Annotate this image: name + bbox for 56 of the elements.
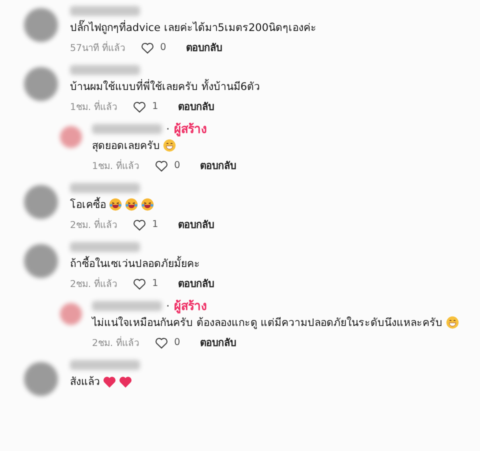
heart-icon[interactable] — [133, 100, 146, 112]
blurred-username — [92, 300, 162, 310]
avatar[interactable] — [24, 67, 58, 101]
grin-emoji-icon — [163, 139, 176, 152]
reply-button[interactable]: ตอบกลับ — [186, 40, 222, 55]
avatar[interactable] — [60, 126, 82, 148]
like-count: 1 — [152, 219, 158, 230]
blurred-username — [70, 182, 140, 192]
comment-text: ถ้าซื้อในเซเว่นปลอดภัยมั้ยคะ — [70, 255, 200, 272]
comment-time: 1ชม. ที่แล้ว — [92, 158, 140, 173]
laughing-emoji-icon — [141, 198, 154, 211]
blurred-username — [70, 242, 140, 252]
separator-dot: · — [166, 298, 170, 312]
grin-emoji-icon — [446, 316, 459, 329]
like-count: 0 — [174, 160, 180, 171]
blurred-username — [70, 64, 140, 74]
reply-button[interactable]: ตอบกลับ — [178, 217, 214, 232]
reply-button[interactable]: ตอบกลับ — [200, 158, 236, 173]
heart-emoji-icon — [119, 376, 132, 388]
creator-label: ผู้สร้าง — [174, 121, 207, 138]
heart-icon[interactable] — [155, 160, 168, 172]
separator-dot: · — [166, 122, 170, 136]
reply-button[interactable]: ตอบกลับ — [178, 276, 214, 291]
blurred-username — [70, 6, 140, 16]
laughing-emoji-icon — [109, 198, 122, 211]
comment-time: 2ชม. ที่แล้ว — [70, 276, 118, 291]
comment-time: 2ชม. ที่แล้ว — [92, 335, 140, 350]
like-count: 1 — [152, 101, 158, 112]
heart-icon[interactable] — [133, 278, 146, 290]
heart-icon[interactable] — [141, 42, 154, 54]
reply-button[interactable]: ตอบกลับ — [200, 335, 236, 350]
avatar[interactable] — [60, 303, 82, 325]
avatar[interactable] — [24, 244, 58, 278]
like-count: 0 — [160, 42, 166, 53]
avatar[interactable] — [24, 8, 58, 42]
comment-text: โอเคซื้อ — [70, 196, 106, 213]
comment-text: บ้านผมใช้แบบที่พี่ใช้เลยครับ ทั้งบ้านมี6ตัว — [70, 78, 260, 95]
avatar[interactable] — [24, 185, 58, 219]
heart-icon[interactable] — [155, 336, 168, 348]
avatar[interactable] — [24, 362, 58, 396]
comment-text: ไม่แน่ใจเหมือนกันครับ ต้องลองแกะดู แต่มีความปลอดภัยในระดับนึงแหละครับ — [92, 316, 443, 331]
like-count: 1 — [152, 278, 158, 289]
heart-emoji-icon — [103, 376, 116, 388]
comment-time: 1ชม. ที่แล้ว — [70, 99, 118, 114]
blurred-username — [92, 124, 162, 134]
like-count: 0 — [174, 337, 180, 348]
comment-text: ปลั๊กไฟถูกๆที่advice เลยค่ะได้มา5เมตร200นิดๆเองค่ะ — [70, 19, 317, 36]
reply-button[interactable]: ตอบกลับ — [178, 99, 214, 114]
creator-label: ผู้สร้าง — [174, 298, 207, 315]
laughing-emoji-icon — [125, 198, 138, 211]
comment-time: 57นาที ที่แล้ว — [70, 40, 126, 55]
comment-text: สุดยอดเลยครับ — [92, 139, 160, 154]
heart-icon[interactable] — [133, 218, 146, 230]
blurred-username — [70, 360, 140, 370]
comment-time: 2ชม. ที่แล้ว — [70, 217, 118, 232]
comment-text: สังแล้ว — [70, 375, 100, 390]
